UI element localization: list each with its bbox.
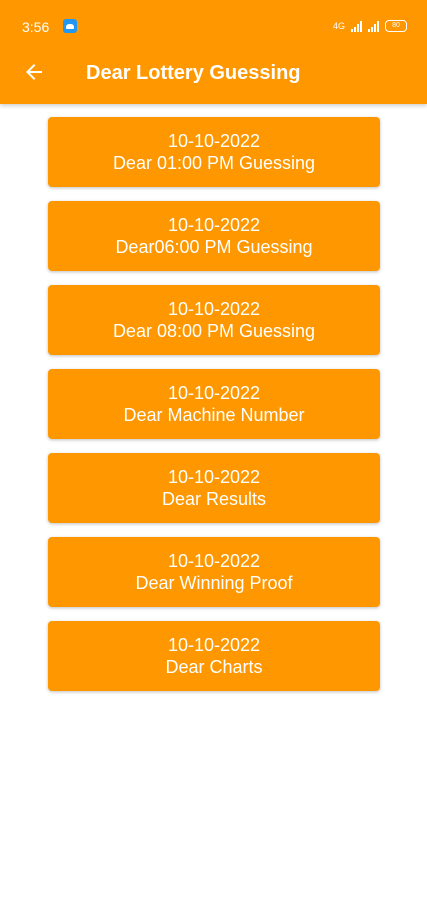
status-time: 3:56 (22, 19, 50, 35)
menu-button-label: Dear Machine Number (123, 405, 305, 425)
menu-button-label: Dear Charts (165, 657, 263, 677)
menu-button-label: Dear06:00 PM Guessing (115, 237, 313, 257)
menu-button-date: 10-10-2022 (167, 635, 261, 655)
menu-button-date: 10-10-2022 (167, 131, 261, 151)
app-bar: 3:56 4G 80 Dear Lottery Guessing (0, 0, 427, 104)
menu-button-winning-proof[interactable]: 10-10-2022 Dear Winning Proof (48, 537, 380, 607)
menu-button-0800pm-guessing[interactable]: 10-10-2022 Dear 08:00 PM Guessing (48, 285, 380, 355)
cloud-app-icon (63, 19, 77, 33)
menu-button-date: 10-10-2022 (167, 215, 261, 235)
menu-button-results[interactable]: 10-10-2022 Dear Results (48, 453, 380, 523)
menu-button-0600pm-guessing[interactable]: 10-10-2022 Dear06:00 PM Guessing (48, 201, 380, 271)
status-indicators: 4G 80 (333, 17, 407, 35)
menu-button-machine-number[interactable]: 10-10-2022 Dear Machine Number (48, 369, 380, 439)
menu-button-label: Dear 08:00 PM Guessing (112, 321, 316, 341)
page-title: Dear Lottery Guessing (86, 62, 301, 84)
menu-button-0100pm-guessing[interactable]: 10-10-2022 Dear 01:00 PM Guessing (48, 117, 380, 187)
menu-button-date: 10-10-2022 (167, 551, 261, 571)
menu-button-date: 10-10-2022 (167, 299, 261, 319)
signal-icon (368, 20, 379, 32)
menu-button-label: Dear Results (161, 489, 267, 509)
back-button[interactable] (20, 58, 48, 86)
menu-button-label: Dear Winning Proof (135, 573, 293, 593)
menu-list: 10-10-2022 Dear 01:00 PM Guessing 10-10-… (48, 117, 380, 705)
menu-button-date: 10-10-2022 (167, 383, 261, 403)
battery-icon: 80 (385, 20, 407, 32)
arrow-left-icon (26, 64, 42, 80)
menu-button-charts[interactable]: 10-10-2022 Dear Charts (48, 621, 380, 691)
menu-button-label: Dear 01:00 PM Guessing (112, 153, 316, 173)
status-bar: 3:56 4G 80 (0, 0, 427, 44)
signal-icon (351, 20, 362, 32)
menu-button-date: 10-10-2022 (167, 467, 261, 487)
network-type-label: 4G (332, 21, 345, 31)
